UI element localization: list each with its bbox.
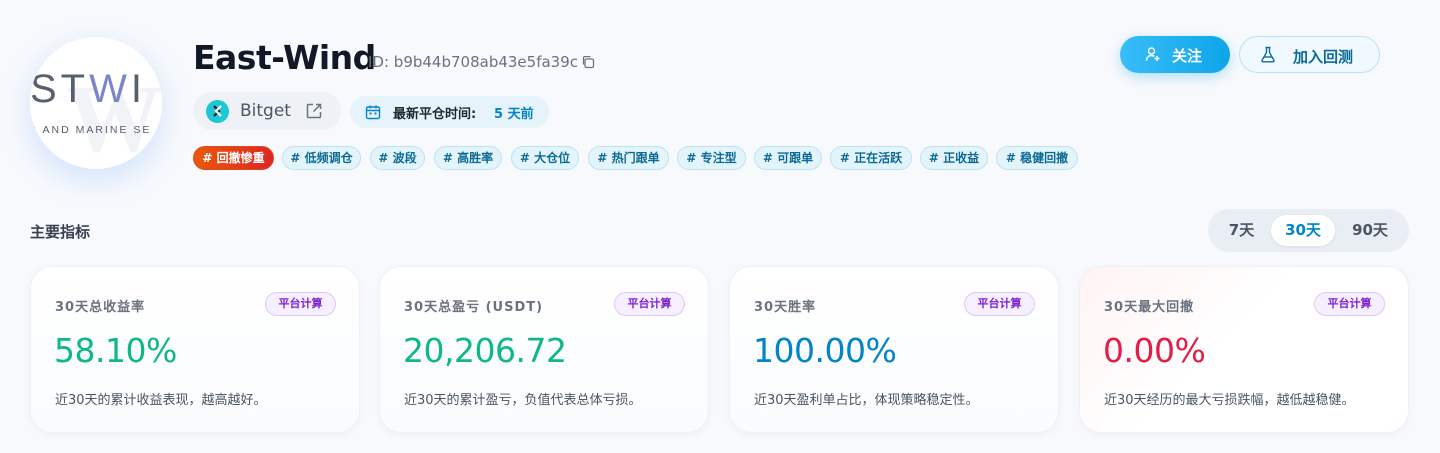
flask-icon [1261,46,1275,63]
follow-button[interactable]: 关注 [1120,36,1230,73]
metric-value: 0.00% [1103,331,1206,370]
avatar-logo-subtext: G AND MARINE SE [30,124,152,136]
exchange-link[interactable]: Bitget [193,92,341,130]
calendar-icon [365,105,381,120]
metric-value: 100.00% [753,331,897,370]
avatar-logo-text: STWI [30,67,147,111]
trader-avatar: W STWI G AND MARINE SE [30,37,162,169]
tag-item: # 稳健回撤 [996,146,1078,170]
last-close-value: 5 天前 [494,107,534,122]
metric-label: 30天最大回撤 [1104,300,1195,315]
range-option-7d[interactable]: 7天 [1213,215,1270,246]
trader-name: East-Wind [193,38,376,77]
metric-label: 30天胜率 [754,300,817,315]
platform-badge: 平台计算 [265,292,336,316]
metric-value: 58.10% [54,331,177,370]
metric-card-return: 30天总收益率 平台计算 58.10% 近30天的累计收益表现，越高越好。 [30,266,360,433]
bitget-logo-icon [206,100,229,123]
follow-button-label: 关注 [1172,48,1203,65]
tag-item: # 热门跟单 [588,146,669,170]
tag-item: # 高胜率 [434,146,502,170]
metric-description: 近30天的累计盈亏，负值代表总体亏损。 [404,393,642,408]
metric-card-pnl: 30天总盈亏 (USDT) 平台计算 20,206.72 近30天的累计盈亏，负… [379,266,709,433]
tag-item: # 波段 [370,146,425,170]
tag-item: # 低频调仓 [282,146,361,170]
platform-badge: 平台计算 [964,292,1035,316]
metric-description: 近30天的累计收益表现，越高越好。 [55,393,267,408]
section-title: 主要指标 [30,223,91,241]
tag-item: # 专注型 [677,146,746,170]
external-link-icon [306,103,322,119]
tag-item: # 回撤惨重 [193,146,274,170]
user-add-icon [1145,47,1160,61]
exchange-name: Bitget [240,101,291,121]
range-switch: 7天 30天 90天 [1208,209,1409,252]
metric-card-winrate: 30天胜率 平台计算 100.00% 近30天盈利单占比，体现策略稳定性。 [729,266,1059,433]
metric-card-drawdown: 30天最大回撤 平台计算 0.00% 近30天经历的最大亏损跌幅，越低越稳健。 [1079,266,1409,433]
add-to-backtest-button[interactable]: 加入回测 [1239,36,1380,73]
last-close-label: 最新平仓时间: [393,107,477,122]
copy-icon[interactable] [581,55,595,69]
tag-item: # 正收益 [920,146,988,170]
tag-item: # 可跟单 [754,146,822,170]
trader-id: ID: b9b44b708ab43e5fa39c [368,53,578,71]
tag-item: # 正在活跃 [830,146,912,170]
metric-label: 30天总盈亏 (USDT) [404,300,544,315]
range-option-30d[interactable]: 30天 [1271,215,1335,246]
metric-description: 近30天经历的最大亏损跌幅，越低越稳健。 [1104,393,1355,408]
metric-label: 30天总收益率 [55,300,146,315]
last-close-time: 最新平仓时间: 5 天前 [350,96,549,128]
tag-item: # 大仓位 [511,146,579,170]
platform-badge: 平台计算 [1314,292,1385,316]
range-option-90d[interactable]: 90天 [1338,215,1402,246]
metric-value: 20,206.72 [403,331,567,370]
backtest-button-label: 加入回测 [1293,49,1354,66]
metric-description: 近30天盈利单占比，体现策略稳定性。 [754,393,979,408]
platform-badge: 平台计算 [614,292,685,316]
